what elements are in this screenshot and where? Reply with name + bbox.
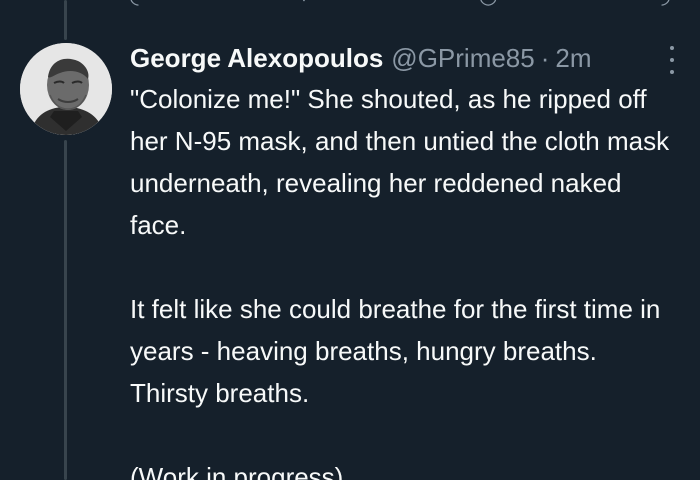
thread-line-top — [64, 0, 67, 40]
avatar[interactable] — [20, 43, 112, 135]
tweet-header: George Alexopoulos @GPrime85 · 2m — [130, 40, 675, 76]
avatar-photo — [20, 43, 112, 135]
retweet-icon[interactable]: ⌐ — [302, 0, 315, 9]
previous-tweet-actions: ◟ ⌐ ◡ ◞ — [130, 0, 670, 9]
reply-icon[interactable]: ◟ — [130, 0, 139, 9]
tweet-paragraph: "Colonize me!" She shouted, as he ripped… — [130, 84, 670, 240]
like-icon[interactable]: ◡ — [479, 0, 498, 9]
user-handle[interactable]: @GPrime85 — [391, 40, 534, 76]
tweet-text: "Colonize me!" She shouted, as he ripped… — [130, 78, 675, 480]
display-name[interactable]: George Alexopoulos — [130, 40, 383, 76]
thread-line-bottom — [64, 140, 67, 480]
tweet-paragraph: It felt like she could breathe for the f… — [130, 294, 661, 408]
timestamp[interactable]: 2m — [555, 40, 591, 76]
tweet-paragraph: (Work in progress) — [130, 462, 344, 480]
tweet[interactable]: George Alexopoulos @GPrime85 · 2m "Colon… — [130, 40, 675, 480]
separator-dot: · — [540, 43, 550, 73]
more-vertical-icon[interactable] — [665, 46, 679, 74]
share-icon[interactable]: ◞ — [661, 0, 670, 9]
